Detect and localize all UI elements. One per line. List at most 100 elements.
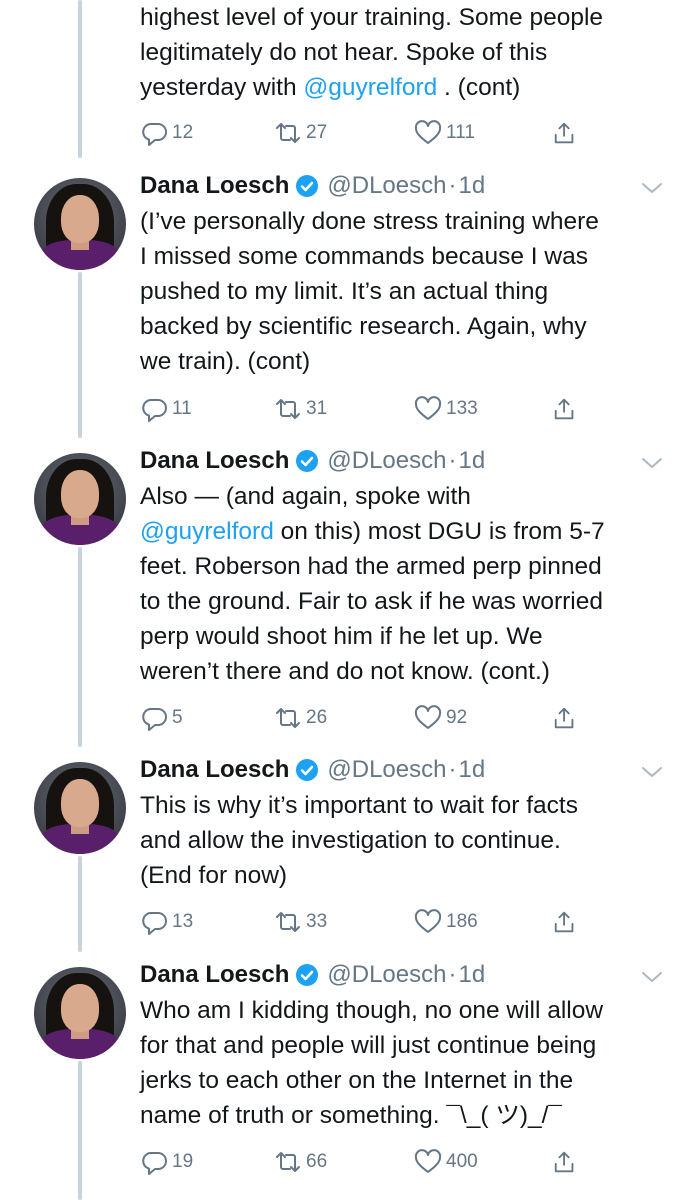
share-button[interactable] bbox=[552, 703, 578, 733]
text-segment: perp would shoot him if he let up. We bbox=[140, 623, 543, 650]
reply-button[interactable]: 13 bbox=[140, 907, 193, 937]
like-button[interactable]: 186 bbox=[414, 907, 478, 937]
text-segment: for that and people will just continue b… bbox=[140, 1032, 597, 1059]
tweet-time[interactable]: 1d bbox=[458, 961, 485, 989]
reply-count: 12 bbox=[172, 122, 194, 143]
author-name[interactable]: Dana Loesch bbox=[140, 961, 289, 989]
retweet-count: 27 bbox=[306, 122, 328, 143]
mention-link[interactable]: @guyrelford bbox=[140, 518, 274, 545]
text-segment: pushed to my limit. It’s an actual thing bbox=[140, 278, 549, 305]
separator-dot: · bbox=[448, 756, 457, 783]
tweet-text: highest level of your training. Some peo… bbox=[140, 0, 670, 105]
like-button[interactable]: 400 bbox=[414, 1147, 478, 1177]
like-button[interactable]: 111 bbox=[414, 118, 475, 148]
thread-connector-line bbox=[78, 547, 82, 747]
tweet-text-line: pushed to my limit. It’s an actual thing bbox=[140, 274, 670, 309]
author-name[interactable]: Dana Loesch bbox=[140, 756, 289, 784]
reply-icon bbox=[142, 123, 167, 146]
tweet-text-line: @guyrelford on this) most DGU is from 5-… bbox=[140, 514, 670, 549]
retweet-count: 66 bbox=[306, 1151, 328, 1172]
reply-button[interactable]: 5 bbox=[140, 703, 183, 733]
retweet-button[interactable]: 66 bbox=[274, 1147, 327, 1177]
separator-dot: · bbox=[448, 172, 457, 199]
author-handle[interactable]: @DLoesch bbox=[327, 961, 446, 989]
share-button[interactable] bbox=[552, 394, 578, 424]
reply-count: 13 bbox=[172, 911, 194, 932]
text-segment: we train). (cont) bbox=[140, 348, 311, 375]
avatar[interactable] bbox=[34, 178, 126, 270]
text-segment: jerks to each other on the Internet in t… bbox=[140, 1067, 574, 1094]
retweet-count: 33 bbox=[306, 911, 328, 932]
like-count: 133 bbox=[446, 398, 478, 419]
author-handle[interactable]: @DLoesch bbox=[327, 172, 446, 200]
tweet-time[interactable]: 1d bbox=[458, 447, 485, 475]
tweet-actions: 13 33 186 bbox=[140, 907, 600, 937]
tweet-time[interactable]: 1d bbox=[458, 756, 485, 784]
avatar[interactable] bbox=[34, 453, 126, 545]
tweet-text-line: legitimately do not hear. Spoke of this bbox=[140, 35, 670, 70]
verified-badge-icon bbox=[296, 175, 319, 197]
chevron-down-icon[interactable] bbox=[640, 455, 664, 471]
retweet-icon bbox=[276, 1152, 300, 1172]
tweet-text-line: we train). (cont) bbox=[140, 344, 670, 379]
share-button[interactable] bbox=[552, 1147, 578, 1177]
tweet-header: Dana Loesch @DLoesch · 1d bbox=[140, 170, 485, 202]
chevron-down-icon[interactable] bbox=[640, 969, 664, 985]
like-count: 186 bbox=[446, 911, 478, 932]
chevron-down-icon[interactable] bbox=[640, 764, 664, 780]
tweet-text-line: weren’t there and do not know. (cont.) bbox=[140, 654, 670, 689]
tweet-text-line: feet. Roberson had the armed perp pinned bbox=[140, 549, 670, 584]
author-handle[interactable]: @DLoesch bbox=[327, 756, 446, 784]
author-handle[interactable]: @DLoesch bbox=[327, 447, 446, 475]
author-name[interactable]: Dana Loesch bbox=[140, 447, 289, 475]
reply-icon bbox=[142, 912, 167, 935]
retweet-button[interactable]: 33 bbox=[274, 907, 327, 937]
tweet-text-line: name of truth or something. ¯\_( ツ)_/¯ bbox=[140, 1098, 670, 1133]
text-segment: . (cont) bbox=[437, 74, 521, 101]
tweet-actions: 11 31 133 bbox=[140, 394, 600, 424]
like-count: 111 bbox=[446, 122, 475, 143]
reply-button[interactable]: 12 bbox=[140, 118, 193, 148]
tweet-header: Dana Loesch @DLoesch · 1d bbox=[140, 754, 485, 786]
share-icon bbox=[554, 122, 574, 144]
chevron-down-icon[interactable] bbox=[640, 180, 664, 196]
heart-icon bbox=[414, 396, 442, 420]
retweet-button[interactable]: 27 bbox=[274, 118, 327, 148]
reply-count: 11 bbox=[172, 398, 192, 419]
text-segment: (End for now) bbox=[140, 862, 288, 889]
text-segment: Also — (and again, spoke with bbox=[140, 483, 471, 510]
text-segment: feet. Roberson had the armed perp pinned bbox=[140, 553, 602, 580]
tweet-text-line: perp would shoot him if he let up. We bbox=[140, 619, 670, 654]
retweet-button[interactable]: 26 bbox=[274, 703, 327, 733]
retweet-icon bbox=[276, 399, 300, 419]
like-button[interactable]: 133 bbox=[414, 394, 478, 424]
thread-connector-line bbox=[78, 0, 82, 158]
heart-icon bbox=[414, 909, 442, 933]
share-button[interactable] bbox=[552, 907, 578, 937]
reply-icon bbox=[142, 399, 167, 422]
verified-badge-icon bbox=[296, 450, 319, 472]
tweet-text-line: backed by scientific research. Again, wh… bbox=[140, 309, 670, 344]
avatar[interactable] bbox=[34, 967, 126, 1059]
reply-button[interactable]: 11 bbox=[140, 394, 192, 424]
tweet-text-line: and allow the investigation to continue. bbox=[140, 823, 670, 858]
author-name[interactable]: Dana Loesch bbox=[140, 172, 289, 200]
mention-link[interactable]: @guyrelford bbox=[303, 74, 437, 101]
heart-icon bbox=[414, 120, 442, 144]
thread-connector-line bbox=[78, 856, 82, 952]
tweet-actions: 12 27 111 bbox=[140, 118, 600, 148]
tweet-text-line: Who am I kidding though, no one will all… bbox=[140, 993, 670, 1028]
retweet-button[interactable]: 31 bbox=[274, 394, 327, 424]
reply-button[interactable]: 19 bbox=[140, 1147, 193, 1177]
text-segment: on this) most DGU is from 5-7 bbox=[273, 518, 605, 545]
avatar[interactable] bbox=[34, 762, 126, 854]
tweet-time[interactable]: 1d bbox=[458, 172, 485, 200]
tweet-text-line: to the ground. Fair to ask if he was wor… bbox=[140, 584, 670, 619]
retweet-icon bbox=[276, 912, 300, 932]
like-count: 92 bbox=[446, 707, 468, 728]
like-button[interactable]: 92 bbox=[414, 703, 467, 733]
tweet-text-line: (End for now) bbox=[140, 858, 670, 893]
text-segment: to the ground. Fair to ask if he was wor… bbox=[140, 588, 603, 615]
tweet-text: This is why it’s important to wait for f… bbox=[140, 788, 670, 893]
share-button[interactable] bbox=[552, 118, 578, 148]
